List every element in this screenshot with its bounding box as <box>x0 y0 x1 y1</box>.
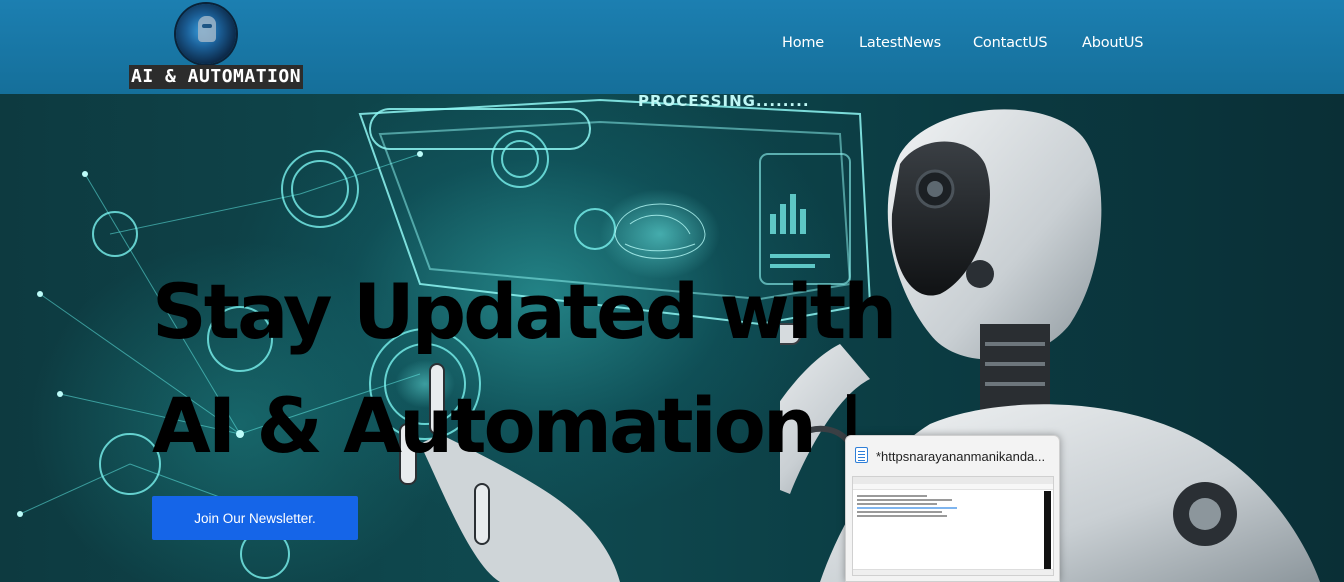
robot-logo-icon <box>176 4 236 64</box>
taskbar-window-preview[interactable]: *httpsnarayananmanikanda... <box>845 435 1060 582</box>
hero-headline-line2: AI & Automation | <box>152 381 865 470</box>
preview-thumbnail[interactable] <box>852 476 1054 576</box>
notepad-icon <box>855 447 868 463</box>
brand-name: AI & AUTOMATION <box>129 65 304 89</box>
nav-contact-us[interactable]: ContactUS <box>973 35 1048 51</box>
join-newsletter-button[interactable]: Join Our Newsletter. <box>152 496 358 540</box>
hero-headline-line1: Stay Updated with <box>152 267 897 356</box>
site-header: AI & AUTOMATION Home LatestNews ContactU… <box>0 0 1344 94</box>
nav-latest-news[interactable]: LatestNews <box>859 35 941 51</box>
nav-about-us[interactable]: AboutUS <box>1082 35 1143 51</box>
hero-section: PROCESSING........ Stay Updated with AI … <box>0 94 1344 582</box>
nav-home[interactable]: Home <box>782 35 824 51</box>
brand-logo[interactable]: AI & AUTOMATION <box>129 3 309 89</box>
preview-window-title: *httpsnarayananmanikanda... <box>876 449 1046 464</box>
